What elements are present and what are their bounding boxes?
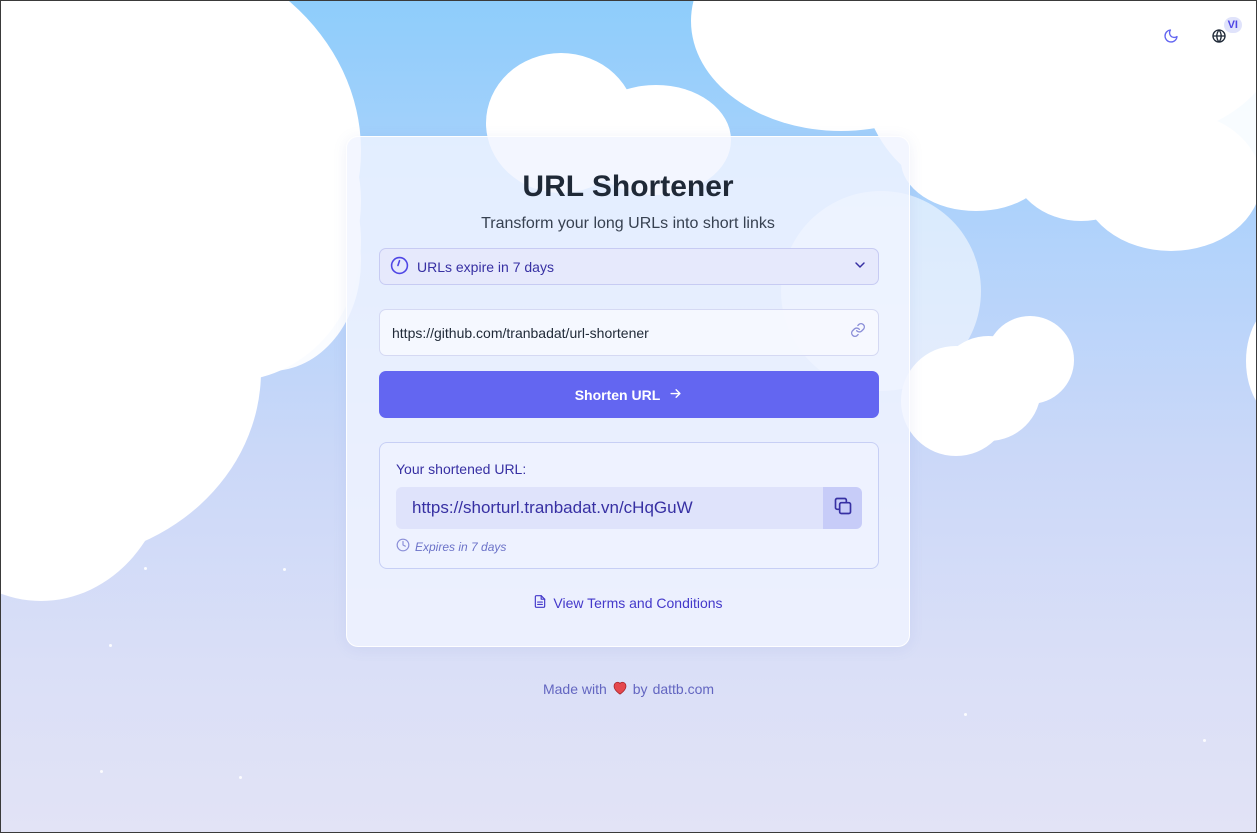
document-icon [533, 594, 547, 612]
copy-icon [833, 496, 853, 521]
expiry-select-value: URLs expire in 7 days [417, 258, 554, 275]
top-controls: VI [1154, 17, 1242, 55]
shorten-url-button-label: Shorten URL [574, 386, 661, 403]
footer-by: by [632, 681, 648, 697]
heart-icon [612, 680, 628, 698]
expires-note-text: Expires in 7 days [415, 539, 507, 554]
footer: Made with by dattb.com [1, 680, 1256, 698]
result-box: Your shortened URL: https://shorturl.tra… [379, 442, 879, 569]
arrow-right-icon [668, 386, 683, 404]
copy-button[interactable] [823, 487, 862, 529]
clock-icon [390, 256, 409, 278]
footer-made-with: Made with [542, 681, 607, 697]
shorten-url-button[interactable]: Shorten URL [379, 371, 879, 418]
language-badge: VI [1223, 17, 1242, 33]
long-url-input[interactable] [392, 324, 850, 341]
shortened-url[interactable]: https://shorturl.tranbadat.vn/cHqGuW [396, 487, 823, 529]
terms-link[interactable]: View Terms and Conditions [347, 594, 909, 612]
result-url-row: https://shorturl.tranbadat.vn/cHqGuW [396, 487, 862, 529]
moon-icon [1163, 28, 1179, 49]
expires-note: Expires in 7 days [396, 538, 506, 555]
chevron-down-icon [852, 257, 868, 276]
terms-link-label: View Terms and Conditions [553, 595, 723, 611]
clock-icon [396, 538, 410, 555]
footer-site-link[interactable]: dattb.com [653, 681, 714, 697]
link-icon [850, 322, 866, 343]
result-label: Your shortened URL: [396, 461, 527, 477]
page-title: URL Shortener [522, 170, 734, 203]
language-button[interactable]: VI [1202, 17, 1242, 55]
shortener-card: URL Shortener Transform your long URLs i… [346, 136, 910, 647]
theme-toggle-button[interactable] [1154, 21, 1188, 55]
globe-icon [1211, 28, 1227, 49]
url-input-container [379, 309, 879, 356]
page-subtitle: Transform your long URLs into short link… [481, 215, 775, 232]
expiry-select[interactable]: URLs expire in 7 days [379, 248, 879, 285]
